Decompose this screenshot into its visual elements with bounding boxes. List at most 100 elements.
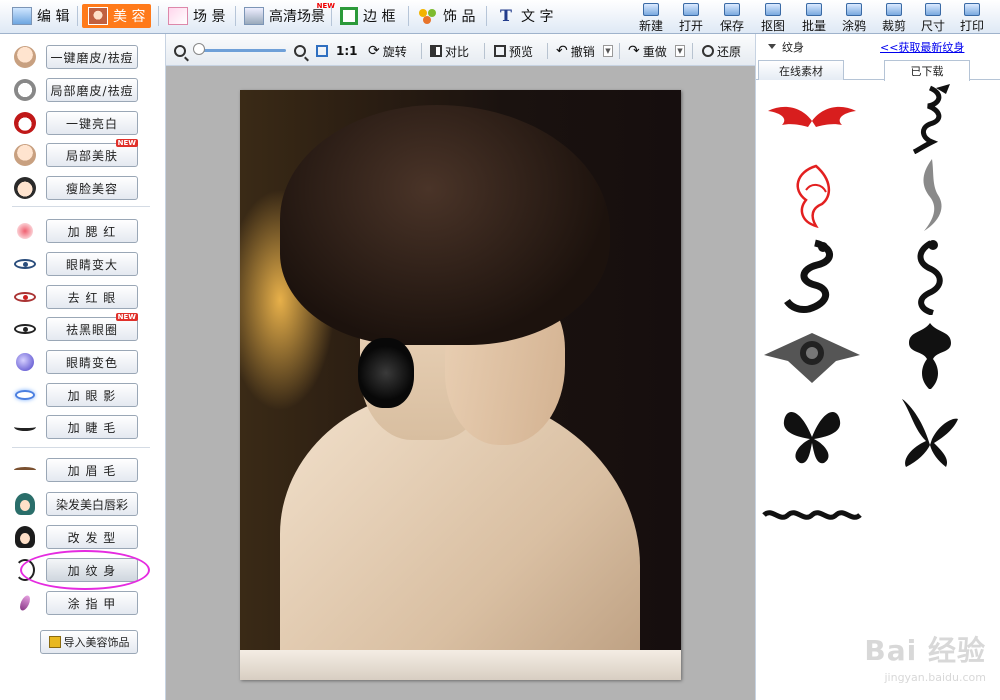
tool-label: 加 腮 红 [67, 224, 117, 239]
butterfly-tattoo[interactable] [762, 398, 862, 468]
dragon-tribal-tattoo[interactable] [880, 84, 980, 154]
photo[interactable] [240, 90, 681, 680]
cutout-button[interactable]: 抠图 [756, 2, 790, 33]
add-blush-button[interactable]: 加 腮 红 [46, 219, 138, 243]
tab-text[interactable]: T 文 字 [490, 4, 559, 28]
remove-red-eye-button[interactable]: 去 红 眼 [46, 285, 138, 309]
tool-row: 加 睫 毛 [12, 414, 162, 440]
divider [692, 43, 693, 59]
tab-downloaded[interactable]: 已下载 [884, 60, 970, 81]
compare-button[interactable]: 对比 [430, 42, 469, 60]
preview-label: 预览 [509, 44, 534, 59]
tool-label: 加 睫 毛 [67, 420, 117, 435]
batch-button[interactable]: 批量 [797, 2, 831, 33]
open-label: 打开 [678, 19, 703, 33]
add-eyeshadow-button[interactable]: 加 眼 影 [46, 383, 138, 407]
doodle-button[interactable]: 涂鸦 [837, 2, 871, 33]
face-icon [14, 46, 36, 68]
zoom-slider[interactable] [194, 49, 286, 52]
tab-frame[interactable]: 边 框 [334, 4, 401, 28]
tab-hd-scene[interactable]: 高清场景 NEW [238, 2, 335, 28]
restore-icon [702, 45, 714, 57]
batch-label: 批量 [801, 19, 826, 33]
coiled-dragon-tattoo[interactable] [880, 240, 980, 315]
tab-edit-label: 编 辑 [37, 9, 70, 25]
zoom-slider-handle[interactable] [193, 43, 205, 55]
tribal-band-tattoo[interactable] [762, 480, 862, 550]
preview-button[interactable]: 预览 [494, 42, 533, 60]
tool-row: 加 腮 红 [12, 218, 162, 244]
open-button[interactable]: 打开 [674, 2, 708, 33]
actual-size-button[interactable]: 1:1 [336, 42, 358, 60]
size-button[interactable]: 尺寸 [916, 2, 950, 33]
slim-face-button[interactable]: 瘦脸美容 [46, 176, 138, 200]
save-button[interactable]: 保存 [715, 2, 749, 33]
decoration-icon [418, 7, 438, 25]
butterfly-tribal-tattoo[interactable] [880, 398, 980, 468]
save-icon [724, 3, 740, 16]
change-hairstyle-button[interactable]: 改 发 型 [46, 525, 138, 549]
red-phoenix-tattoo[interactable] [762, 160, 862, 230]
local-smooth-button[interactable]: 局部磨皮/祛痘 [46, 78, 138, 102]
black-dragon-tattoo[interactable] [762, 239, 862, 313]
baidu-watermark: Bai 经验 jingyan.baidu.com [864, 629, 986, 684]
silver-dragon-tattoo[interactable] [880, 159, 980, 231]
eye-color-button[interactable]: 眼睛变色 [46, 350, 138, 374]
redo-icon: ↷ [628, 43, 640, 59]
print-button[interactable]: 打印 [955, 2, 989, 33]
add-tattoo-button[interactable]: 加 纹 身 [46, 558, 138, 582]
local-skin-button[interactable]: 局部美肤 NEW [46, 139, 138, 167]
undo-button[interactable]: ↶ 撤销 [556, 42, 595, 60]
crop-button[interactable]: 裁剪 [877, 2, 911, 33]
rotate-button[interactable]: ⟳ 旋转 [368, 42, 407, 60]
image-canvas[interactable] [166, 66, 755, 700]
zoom-ratio-label: 1:1 [336, 44, 358, 58]
size-label: 尺寸 [920, 19, 945, 33]
compare-label: 对比 [445, 44, 470, 59]
remove-dark-circles-button[interactable]: 祛黑眼圈 NEW [46, 313, 138, 341]
tab-scene-label: 场 景 [193, 9, 226, 25]
tab-divider [486, 6, 487, 26]
fit-screen-icon [316, 45, 328, 57]
eyeball-icon [16, 353, 34, 371]
chevron-down-icon: ▼ [675, 45, 685, 57]
restore-label: 还原 [717, 44, 742, 59]
restore-button[interactable]: 还原 [702, 42, 741, 60]
tool-label: 眼睛变色 [65, 355, 118, 370]
enlarge-eyes-button[interactable]: 眼睛变大 [46, 252, 138, 276]
opera-mask-icon [14, 112, 36, 134]
undo-dropdown[interactable]: ▼ [603, 42, 613, 60]
new-badge: NEW [115, 139, 138, 147]
tab-beauty[interactable]: 美 容 [82, 4, 152, 28]
nail-polish-button[interactable]: 涂 指 甲 [46, 591, 138, 615]
add-eyelashes-button[interactable]: 加 睫 毛 [46, 415, 138, 439]
tool-row: 加 眉 毛 [12, 457, 162, 483]
tab-scene[interactable]: 场 景 [162, 4, 231, 28]
one-click-whiten-button[interactable]: 一键亮白 [46, 111, 138, 135]
tool-row: 祛黑眼圈 NEW [12, 313, 162, 342]
tab-decoration[interactable]: 饰 品 [412, 4, 481, 28]
cutout-label: 抠图 [760, 19, 785, 33]
fit-button[interactable] [316, 42, 328, 60]
new-button[interactable]: 新建 [634, 2, 668, 33]
crop-label: 裁剪 [881, 19, 906, 33]
import-accessories-button[interactable]: 导入美容饰品 [40, 630, 138, 654]
tab-online-materials[interactable]: 在线素材 [758, 60, 844, 80]
zoom-out-button[interactable] [174, 42, 186, 60]
red-wings-tattoo[interactable] [762, 84, 862, 154]
collapse-arrow-icon[interactable] [768, 44, 776, 49]
tab-divider [77, 6, 78, 26]
hair-dye-lip-button[interactable]: 染发美白唇彩 [46, 492, 138, 516]
rose-web-tattoo[interactable] [762, 320, 862, 390]
blush-icon [17, 223, 33, 239]
panel-tabs: 在线素材 已下载 [756, 58, 1000, 81]
redo-dropdown[interactable]: ▼ [675, 42, 685, 60]
zoom-in-button[interactable] [294, 42, 306, 60]
tab-edit[interactable]: 编 辑 [6, 4, 75, 28]
get-latest-tattoo-link[interactable]: <<获取最新纹身 [880, 39, 964, 55]
tool-label: 一键亮白 [65, 116, 118, 131]
redo-button[interactable]: ↷ 重做 [628, 42, 667, 60]
add-eyebrows-button[interactable]: 加 眉 毛 [46, 458, 138, 482]
one-click-smooth-button[interactable]: 一键磨皮/祛痘 [46, 45, 138, 69]
tribal-moth-tattoo[interactable] [880, 320, 980, 390]
